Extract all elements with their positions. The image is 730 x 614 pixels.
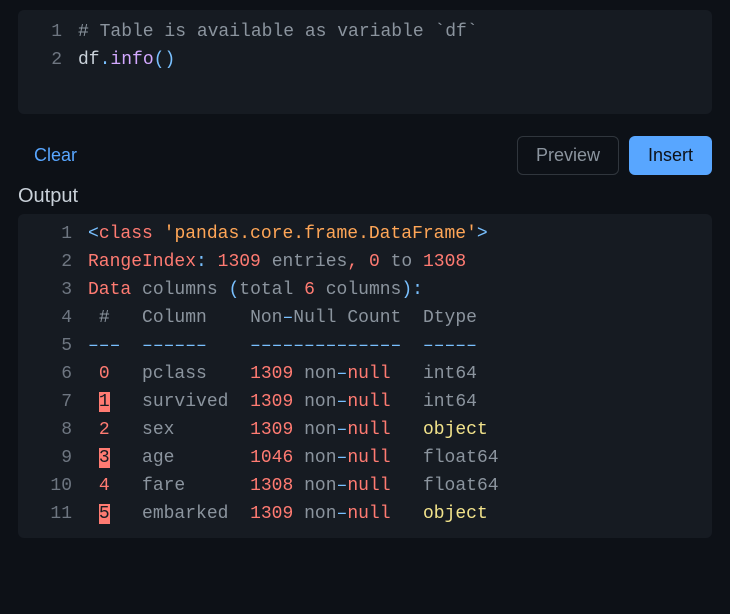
line-number: 1: [18, 220, 88, 248]
output-line: 11 5 embarked 1309 non–null object: [18, 500, 712, 528]
line-number: 1: [18, 18, 78, 46]
output-line: 4 # Column Non–Null Count Dtype: [18, 304, 712, 332]
line-content: df.info(): [78, 46, 712, 74]
line-number: 3: [18, 276, 88, 304]
output-label: Output: [0, 183, 730, 214]
line-content: 1 survived 1309 non–null int64: [88, 388, 712, 416]
insert-button[interactable]: Insert: [629, 136, 712, 175]
output-line: 8 2 sex 1309 non–null object: [18, 416, 712, 444]
line-content: # Table is available as variable `df`: [78, 18, 712, 46]
output-line: 7 1 survived 1309 non–null int64: [18, 388, 712, 416]
line-number: 10: [18, 472, 88, 500]
output-line: 9 3 age 1046 non–null float64: [18, 444, 712, 472]
line-content: 3 age 1046 non–null float64: [88, 444, 712, 472]
line-number: 2: [18, 248, 88, 276]
output-line: 3Data columns (total 6 columns):: [18, 276, 712, 304]
output-line: 6 0 pclass 1309 non–null int64: [18, 360, 712, 388]
output-line: 5––– –––––– –––––––––––––– –––––: [18, 332, 712, 360]
line-number: 2: [18, 46, 78, 74]
line-content: 2 sex 1309 non–null object: [88, 416, 712, 444]
input-line: 2df.info(): [18, 46, 712, 74]
input-line: 1# Table is available as variable `df`: [18, 18, 712, 46]
line-content: 0 pclass 1309 non–null int64: [88, 360, 712, 388]
output-line: 1<class 'pandas.core.frame.DataFrame'>: [18, 220, 712, 248]
line-number: 11: [18, 500, 88, 528]
output-line: 2RangeIndex: 1309 entries, 0 to 1308: [18, 248, 712, 276]
line-number: 6: [18, 360, 88, 388]
line-content: 4 fare 1308 non–null float64: [88, 472, 712, 500]
line-content: # Column Non–Null Count Dtype: [88, 304, 712, 332]
line-number: 9: [18, 444, 88, 472]
line-number: 4: [18, 304, 88, 332]
preview-button[interactable]: Preview: [517, 136, 619, 175]
line-number: 8: [18, 416, 88, 444]
input-code-block[interactable]: 1# Table is available as variable `df`2d…: [18, 10, 712, 114]
output-line: 10 4 fare 1308 non–null float64: [18, 472, 712, 500]
clear-button[interactable]: Clear: [34, 145, 77, 166]
line-content: <class 'pandas.core.frame.DataFrame'>: [88, 220, 712, 248]
line-content: Data columns (total 6 columns):: [88, 276, 712, 304]
line-number: 7: [18, 388, 88, 416]
controls-row: Clear Preview Insert: [0, 132, 730, 183]
line-content: 5 embarked 1309 non–null object: [88, 500, 712, 528]
line-content: ––– –––––– –––––––––––––– –––––: [88, 332, 712, 360]
output-code-block: 1<class 'pandas.core.frame.DataFrame'>2R…: [18, 214, 712, 538]
line-content: RangeIndex: 1309 entries, 0 to 1308: [88, 248, 712, 276]
line-number: 5: [18, 332, 88, 360]
